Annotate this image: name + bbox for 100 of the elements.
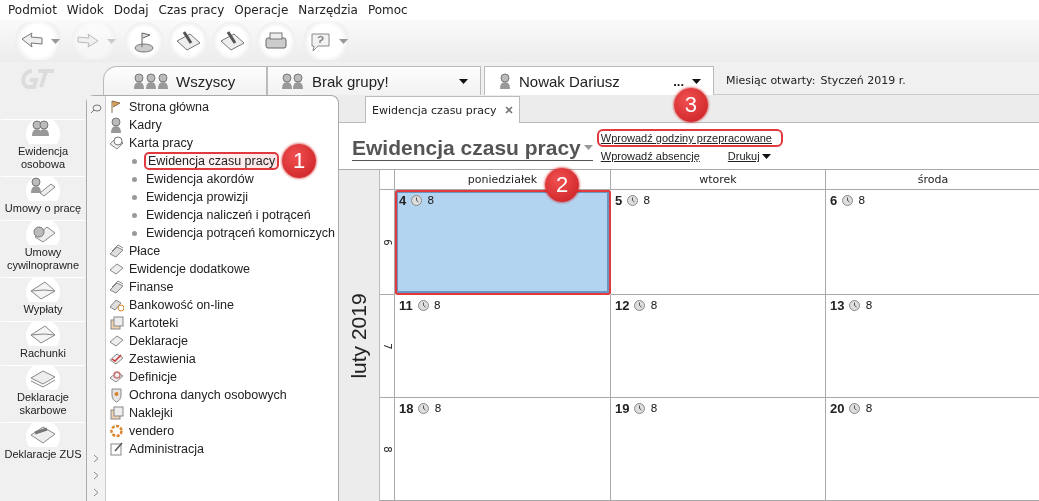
tree-item[interactable]: Bankowość on-line: [106, 296, 338, 314]
clock-icon: [634, 300, 646, 311]
envelope-icon: [25, 322, 61, 346]
bullet-icon: [132, 194, 137, 200]
document-tab[interactable]: Ewidencja czasu pracy: [365, 96, 520, 124]
caret-icon: [107, 38, 116, 44]
tree-item[interactable]: Finanse: [106, 278, 338, 296]
tree-item[interactable]: Definicje: [106, 368, 338, 386]
people-icon: [134, 72, 168, 90]
clock-icon: [842, 195, 854, 206]
day-cell[interactable]: 20 8: [826, 398, 1039, 501]
document-icon: [25, 423, 61, 447]
module-button[interactable]: Ewidencja osobowa: [1, 119, 85, 171]
tree-item[interactable]: Naklejki: [106, 404, 338, 422]
module-button[interactable]: Umowy o pracę: [1, 176, 85, 215]
day-number: 4: [399, 193, 407, 208]
clock-icon: [627, 195, 639, 206]
menu-item[interactable]: Czas pracy: [153, 3, 230, 17]
papers-icon: [25, 366, 61, 390]
module-button[interactable]: Rachunki: [1, 321, 85, 360]
caret-icon: [339, 38, 348, 44]
week-number: 7: [381, 342, 393, 350]
day-number: 20: [830, 401, 845, 416]
bullet-icon: [132, 212, 137, 218]
tree-item[interactable]: Strona główna: [106, 98, 338, 116]
clock-icon: [634, 403, 646, 414]
tree-item[interactable]: Ewidencja prowizji: [106, 188, 338, 206]
shield-icon: [109, 387, 124, 403]
person-icon: [109, 117, 124, 133]
day-cell[interactable]: 5 8: [611, 190, 826, 295]
hours-value: 8: [434, 402, 442, 415]
tree-item[interactable]: Kadry: [106, 116, 338, 134]
day-number: 12: [615, 298, 630, 313]
page-title[interactable]: Ewidencja czasu pracy: [352, 135, 593, 161]
hours-value: 8: [643, 194, 651, 207]
menu-item[interactable]: Operacje: [229, 3, 294, 17]
day-header: środa: [826, 170, 1039, 190]
menu-item[interactable]: Pomoc: [362, 3, 413, 17]
day-cell[interactable]: 11 8: [395, 295, 611, 398]
tree-item[interactable]: Płace: [106, 242, 338, 260]
action-link[interactable]: Drukuj: [725, 149, 773, 164]
module-button[interactable]: Umowy cywilnoprawne: [1, 220, 85, 272]
tree-item[interactable]: Ewidencje dodatkowe: [106, 260, 338, 278]
menu-item[interactable]: Dodaj: [108, 3, 154, 17]
people-icon: [282, 72, 304, 90]
clock-icon: [849, 300, 861, 311]
person-icon: [499, 72, 511, 90]
dropdown[interactable]: Nowak Dariusz ...: [484, 66, 714, 95]
clock-icon: [411, 195, 423, 206]
clock-icon: [417, 300, 429, 311]
close-icon: [504, 106, 513, 115]
module-button[interactable]: Deklaracje ZUS: [1, 422, 85, 461]
book-icon: [109, 333, 124, 349]
day-number: 11: [399, 298, 413, 313]
hours-value: 8: [427, 194, 435, 207]
tree-item[interactable]: Kartoteki: [106, 314, 338, 332]
tree-item[interactable]: Ewidencja potrąceń komorniczych: [106, 224, 338, 242]
tree-item[interactable]: Ochrona danych osobowych: [106, 386, 338, 404]
bullet-icon: [132, 176, 137, 182]
tab[interactable]: Wszyscy: [103, 66, 267, 95]
week-number: 6: [381, 238, 393, 246]
tree-item[interactable]: Ewidencja naliczeń i potrąceń: [106, 206, 338, 224]
dropdown[interactable]: Brak grupy!: [267, 66, 481, 95]
day-number: 6: [830, 193, 838, 208]
tree-item[interactable]: Deklaracje: [106, 332, 338, 350]
hours-value: 8: [650, 402, 658, 415]
caret-icon: [583, 145, 593, 151]
module-button[interactable]: Wypłaty: [1, 277, 85, 316]
contract-icon: [25, 177, 61, 201]
tree-item[interactable]: vendero: [106, 422, 338, 440]
module-button[interactable]: Deklaracje skarbowe: [1, 365, 85, 417]
open-month-label: Miesiąc otwarty:: [726, 73, 816, 87]
day-cell[interactable]: 19 8: [611, 398, 826, 501]
month-label: luty 2019: [347, 292, 371, 379]
day-number: 5: [615, 193, 623, 208]
menu-item[interactable]: Podmiot: [3, 3, 62, 17]
action-link[interactable]: Wprowadź absencję: [598, 149, 702, 164]
menu-item[interactable]: Narzędzia: [293, 3, 363, 17]
day-cell[interactable]: 6 8: [826, 190, 1039, 295]
book-icon: [109, 261, 124, 277]
checklist-icon: [109, 351, 124, 367]
tree-item[interactable]: Zestawienia: [106, 350, 338, 368]
clock-icon: [849, 403, 861, 414]
bullet-icon: [132, 158, 137, 164]
hours-value: 8: [865, 299, 873, 312]
menu-item[interactable]: Widok: [61, 3, 109, 17]
day-cell[interactable]: 12 8: [611, 295, 826, 398]
day-cell[interactable]: 13 8: [826, 295, 1039, 398]
clock-icon: [418, 403, 430, 414]
cards-icon: [109, 405, 124, 421]
stack-icon: [109, 243, 124, 259]
hours-value: 8: [858, 194, 866, 207]
stack-icon: [109, 279, 124, 295]
tree-item[interactable]: Administracja: [106, 440, 338, 458]
hours-value: 8: [433, 299, 441, 312]
hours-value: 8: [650, 299, 658, 312]
ring-icon: [109, 423, 124, 439]
day-cell[interactable]: 18 8: [395, 398, 611, 501]
action-link[interactable]: Wprowadź godziny przepracowane: [598, 131, 781, 146]
clock-icon: [109, 135, 124, 151]
